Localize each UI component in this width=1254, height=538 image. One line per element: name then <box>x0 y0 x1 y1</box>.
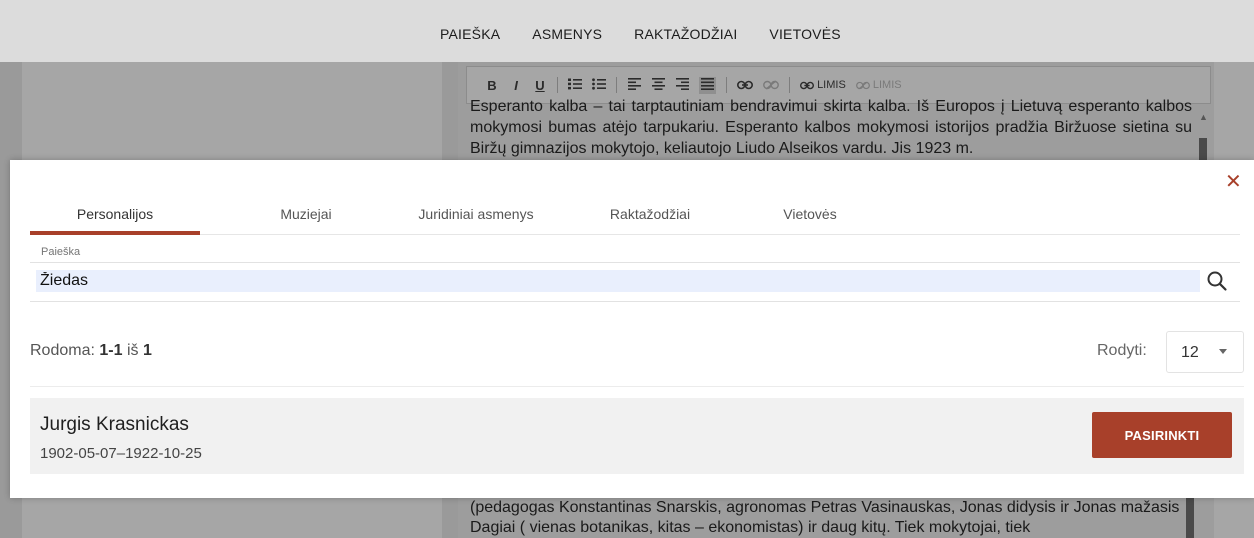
results-of-word: iš <box>126 342 139 359</box>
results-total: 1 <box>142 342 152 359</box>
tab-label: Raktažodžiai <box>609 205 691 222</box>
result-name: Jurgis Krasnickas <box>40 414 189 435</box>
chevron-down-icon <box>1219 349 1227 354</box>
limis-link-button[interactable]: LIMIS <box>800 79 846 91</box>
search-label: Paieška <box>41 246 81 258</box>
italic-button[interactable]: I <box>509 78 523 93</box>
tab-personalijos[interactable]: Personalijos <box>30 192 200 235</box>
divider <box>30 386 1244 387</box>
tab-vietoves[interactable]: Vietovės <box>760 192 860 235</box>
modal-tabs: Personalijos Muziejai Juridiniai asmenys… <box>30 192 1240 235</box>
align-left-icon[interactable] <box>627 77 641 93</box>
results-count: Rodoma: 1-1 iš 1 <box>30 342 152 360</box>
limis-unlink-button[interactable]: LIMIS <box>855 79 902 91</box>
per-page-select[interactable]: 12 <box>1166 331 1244 373</box>
editor-text-bottom[interactable]: (pedagogas Konstantinas Snarskis, agrono… <box>466 498 1196 538</box>
tab-label: Vietovės <box>783 205 837 222</box>
unlink-icon[interactable] <box>763 78 779 93</box>
active-tab-indicator <box>30 231 200 235</box>
underline-button[interactable]: U <box>533 78 547 93</box>
nav-items: PAIEŠKA ASMENYS RAKTAŽODŽIAI VIETOVĖS <box>440 26 841 42</box>
close-icon[interactable]: ✕ <box>1225 172 1242 192</box>
nav-item-search[interactable]: PAIEŠKA <box>440 26 500 42</box>
nav-item-keywords[interactable]: RAKTAŽODŽIAI <box>634 26 737 42</box>
search-input[interactable] <box>36 270 1200 292</box>
select-button[interactable]: PASIRINKTI <box>1092 412 1232 458</box>
per-page-label: Rodyti: <box>1097 342 1147 359</box>
toolbar-divider <box>789 77 790 93</box>
limis-label: LIMIS <box>817 79 846 91</box>
results-range: 1-1 <box>99 342 123 359</box>
top-navigation: PAIEŠKA ASMENYS RAKTAŽODŽIAI VIETOVĖS <box>0 0 1254 62</box>
editor-text-top[interactable]: Esperanto kalba – tai tarptautiniam bend… <box>466 96 1196 162</box>
results-prefix: Rodoma: <box>30 342 95 359</box>
tab-juridiniai-asmenys[interactable]: Juridiniai asmenys <box>396 192 556 235</box>
per-page-value: 12 <box>1181 344 1199 361</box>
tab-muziejai[interactable]: Muziejai <box>256 192 356 235</box>
align-justify-icon[interactable] <box>699 76 716 94</box>
scroll-up-arrow-icon[interactable]: ▲ <box>1199 112 1208 122</box>
unordered-list-icon[interactable] <box>592 77 606 93</box>
result-row: Jurgis Krasnickas 1902-05-07–1922-10-25 … <box>30 398 1244 474</box>
tab-label: Personalijos <box>76 205 154 222</box>
limis-unlink-label: LIMIS <box>872 79 902 91</box>
align-center-icon[interactable] <box>651 77 665 93</box>
editor-scrollbar-thumb-lower[interactable] <box>1186 498 1194 538</box>
nav-item-places[interactable]: VIETOVĖS <box>769 26 840 42</box>
link-icon[interactable] <box>737 78 753 93</box>
toolbar-divider <box>616 77 617 93</box>
nav-item-persons[interactable]: ASMENYS <box>532 26 602 42</box>
align-right-icon[interactable] <box>675 77 689 93</box>
search-icon[interactable] <box>1206 270 1228 292</box>
toolbar-divider <box>557 77 558 93</box>
ordered-list-icon[interactable] <box>568 78 582 93</box>
tab-raktazodziai[interactable]: Raktažodžiai <box>590 192 710 235</box>
bold-button[interactable]: B <box>485 78 499 93</box>
tab-label: Juridiniai asmenys <box>418 205 534 222</box>
result-dates: 1902-05-07–1922-10-25 <box>40 445 202 462</box>
toolbar-divider <box>726 77 727 93</box>
tab-label: Muziejai <box>280 205 332 222</box>
